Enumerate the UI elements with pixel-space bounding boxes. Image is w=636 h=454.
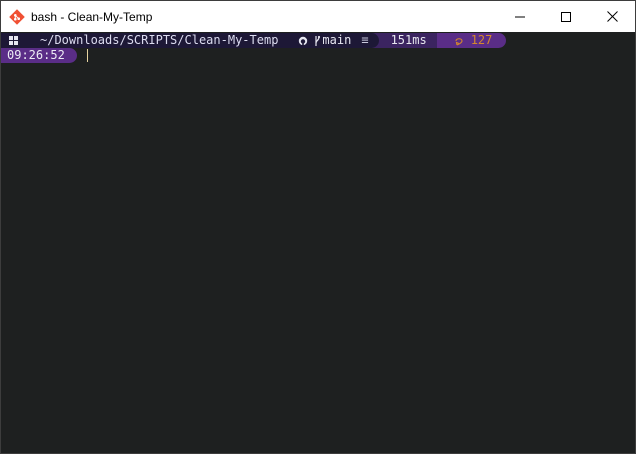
command-duration: 151ms bbox=[390, 33, 427, 47]
maximize-button[interactable] bbox=[543, 1, 589, 32]
minimize-icon bbox=[515, 16, 525, 17]
prompt-time: 09:26:52 bbox=[7, 48, 65, 62]
git-branch-icon bbox=[315, 35, 321, 46]
lightning-icon bbox=[455, 37, 463, 45]
path-segment: ~/Downloads/SCRIPTS/Clean-My-Temp bbox=[28, 33, 293, 48]
close-button[interactable] bbox=[589, 1, 635, 32]
window-title: bash - Clean-My-Temp bbox=[31, 9, 153, 24]
git-segment: main ≡ bbox=[292, 33, 379, 48]
clock-segment: 09:26:52 bbox=[1, 48, 77, 63]
prompt-line-2: 09:26:52 bbox=[1, 48, 88, 63]
close-icon bbox=[606, 11, 618, 22]
git-branch-name: main bbox=[322, 33, 352, 47]
current-path: ~/Downloads/SCRIPTS/Clean-My-Temp bbox=[40, 33, 279, 47]
exit-code-segment: 127 bbox=[436, 33, 507, 48]
exit-code: 127 bbox=[470, 33, 493, 47]
os-segment bbox=[1, 33, 28, 48]
maximize-icon bbox=[561, 11, 571, 22]
github-icon bbox=[299, 36, 308, 46]
terminal-window: bash - Clean-My-Temp ~/Downloads/SCRIPTS… bbox=[0, 0, 636, 454]
windows-icon bbox=[9, 36, 18, 45]
duration-segment: 151ms bbox=[370, 33, 445, 48]
git-app-icon bbox=[9, 8, 25, 25]
minimize-button[interactable] bbox=[497, 1, 543, 32]
title-bar[interactable]: bash - Clean-My-Temp bbox=[1, 1, 635, 32]
terminal-area[interactable]: ~/Downloads/SCRIPTS/Clean-My-Temp main ≡… bbox=[1, 32, 635, 453]
git-status-symbol: ≡ bbox=[361, 33, 369, 47]
window-controls bbox=[497, 1, 635, 32]
text-cursor bbox=[86, 49, 88, 62]
prompt-line: ~/Downloads/SCRIPTS/Clean-My-Temp main ≡… bbox=[1, 33, 507, 48]
